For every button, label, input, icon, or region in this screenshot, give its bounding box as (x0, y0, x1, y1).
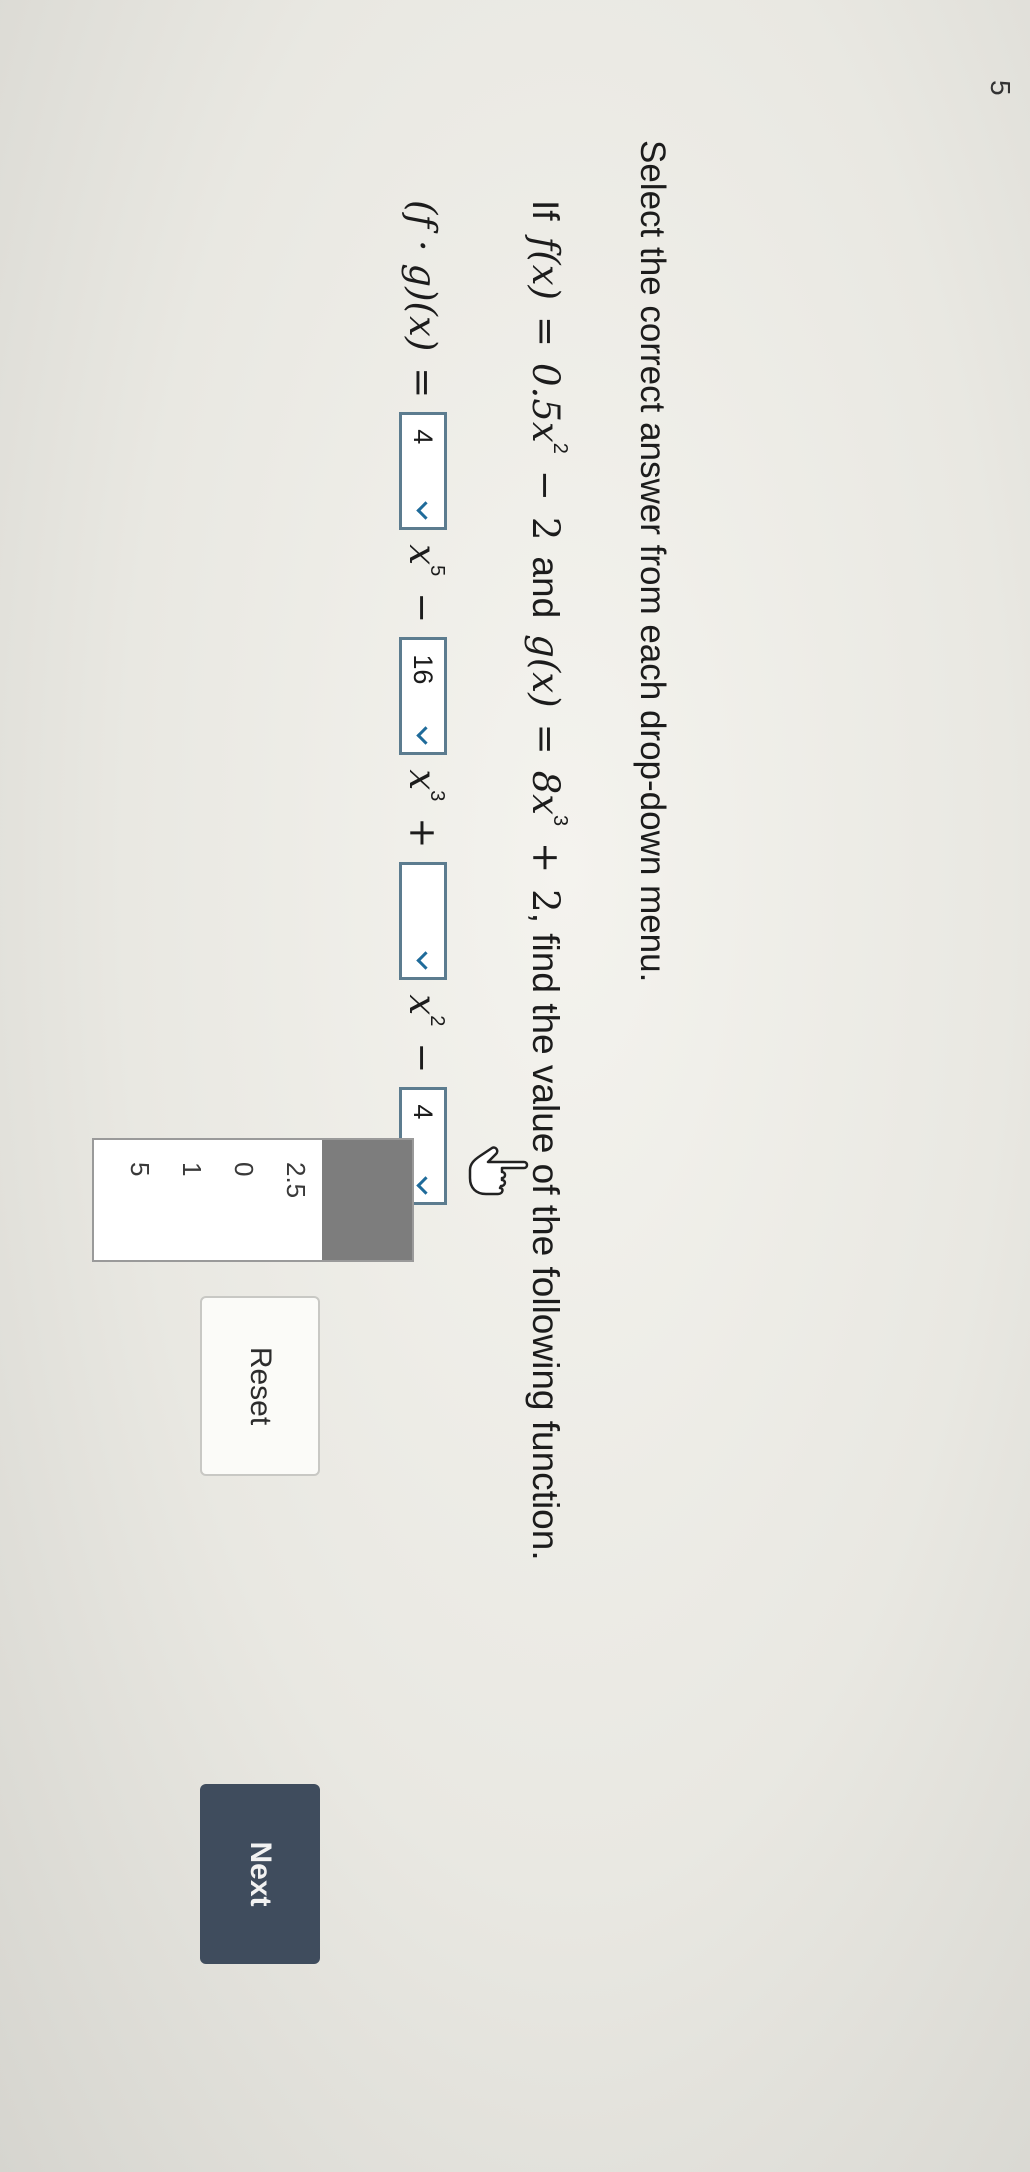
x5-exponent: 5 (426, 565, 449, 577)
f-term: 0.5x (524, 363, 567, 443)
g-exponent: 3 (549, 815, 571, 827)
f-exponent: 2 (549, 442, 571, 454)
g-lhs: g(x) (524, 634, 567, 708)
x2-var: x (401, 994, 445, 1016)
if-word: If (525, 200, 567, 221)
x3-exponent: 3 (426, 790, 449, 802)
dropdown-value: 4 (408, 1104, 439, 1120)
equals-sign: = (524, 316, 567, 348)
x5-var: x (401, 544, 445, 566)
dropdown-option[interactable]: 0 (218, 1140, 270, 1260)
prompt-rest: , find the value of the following functi… (525, 912, 567, 1561)
minus-sign: − (524, 469, 567, 501)
f-constant: 2 (524, 516, 567, 541)
dropdown-value: 4 (408, 429, 439, 445)
plus-sign: + (524, 842, 567, 874)
dropdown-option[interactable]: 2.5 (270, 1140, 322, 1260)
equals-sign: = (401, 367, 445, 399)
chevron-down-icon (416, 501, 436, 520)
question-screen: 5 Select the correct answer from each dr… (0, 0, 1030, 2172)
x2-exponent: 2 (426, 1015, 449, 1027)
coef-x2-dropdown[interactable] (399, 862, 447, 981)
instruction-text: Select the correct answer from each drop… (633, 140, 672, 983)
f-lhs: f(x) (524, 236, 567, 300)
next-button[interactable]: Next (200, 1784, 320, 1964)
reset-button[interactable]: Reset (200, 1296, 320, 1476)
chevron-down-icon (416, 726, 436, 746)
plus-sign: + (401, 817, 445, 849)
dropdown-option[interactable]: 1 (166, 1140, 218, 1260)
question-number: 5 (985, 80, 1016, 96)
dropdown-highlight[interactable] (322, 1140, 412, 1260)
and-word: and (525, 556, 567, 619)
answer-equation: (f · g)(x) = 4 x5 − 16 x3 + x2 − 4 (399, 200, 449, 1219)
minus-sign: − (401, 1042, 445, 1074)
problem-statement: If f(x) = 0.5x 2 − 2 and g(x) = 8x 3 + 2 ,… (524, 200, 571, 1561)
minus-sign: − (401, 592, 445, 624)
product-lhs: (f · g)(x) (401, 200, 445, 352)
hand-pointer-icon (466, 1138, 530, 1202)
chevron-down-icon (416, 1176, 436, 1196)
chevron-down-icon (416, 951, 436, 971)
g-constant: 2 (524, 889, 567, 913)
dropdown-option[interactable]: 5 (114, 1140, 166, 1260)
coef-x3-dropdown[interactable]: 16 (399, 637, 447, 756)
coef-x5-dropdown[interactable]: 4 (399, 412, 447, 531)
equals-sign: = (524, 723, 567, 755)
x3-var: x (401, 769, 445, 791)
dropdown-value: 16 (408, 654, 439, 685)
dropdown-options-list: 2.5 0 1 5 (92, 1138, 414, 1262)
g-term: 8x (524, 770, 567, 816)
